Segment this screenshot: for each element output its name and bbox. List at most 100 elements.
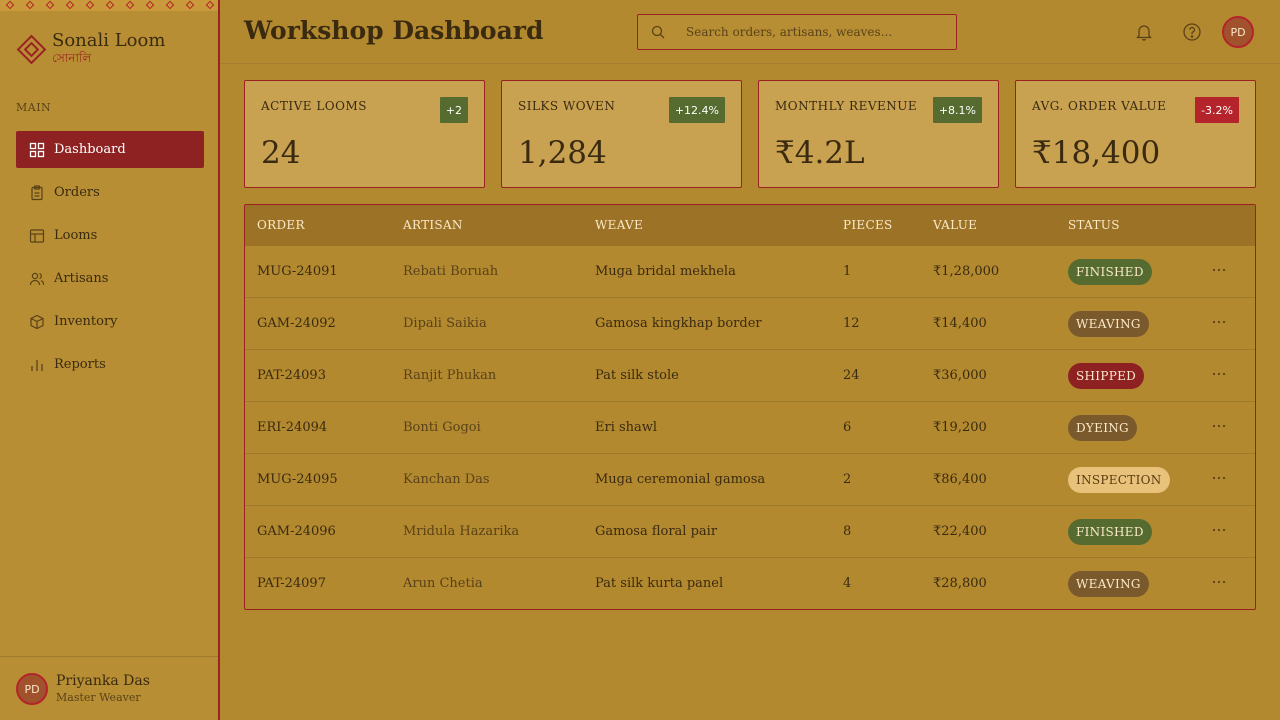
table-row[interactable]: PAT-24093 Ranjit Phukan Pat silk stole 24 ₹3… [245,350,1255,402]
order-value: ₹86,400 [933,472,987,487]
bar-chart-icon [29,357,45,373]
user-profile[interactable]: PD Priyanka Das Master Weaver [0,656,218,720]
grid-icon [29,142,45,158]
loom-logo-icon [16,34,44,62]
pieces-count: 24 [843,368,860,383]
artisan-name: Bonti Gogoi [403,420,481,435]
column-header-order[interactable]: ORDER [257,218,305,232]
more-actions-icon[interactable] [1211,574,1227,590]
status-badge: WEAVING [1068,571,1149,597]
kpi-value: 1,284 [518,135,607,171]
order-id: MUG-24095 [257,472,338,487]
artisan-name: Ranjit Phukan [403,368,497,383]
kpi-value: 24 [261,135,301,171]
status-badge: INSPECTION [1068,467,1170,493]
sidebar-item-label: Looms [54,228,98,243]
status-badge: DYEING [1068,415,1137,441]
table-row[interactable]: PAT-24097 Arun Chetia Pat silk kurta panel… [245,558,1255,609]
sidebar-item-label: Inventory [54,314,118,329]
users-icon [29,271,45,287]
kpi-change-badge: -3.2% [1195,97,1239,123]
table-row[interactable]: ERI-24094 Bonti Gogoi Eri shawl 6 ₹19,200 DYE… [245,402,1255,454]
order-id: GAM-24096 [257,524,336,539]
order-id: MUG-24091 [257,264,338,279]
order-value: ₹1,28,000 [933,264,1000,279]
nav-section-label: MAIN [16,101,52,114]
pieces-count: 6 [843,420,852,435]
table-row[interactable]: GAM-24092 Dipali Saikia Gamosa kingkhap bo… [245,298,1255,350]
sidebar: Sonali Loom সোনালি MAIN Dashboard Orders… [0,0,220,720]
sidebar-item-label: Artisans [54,271,109,286]
column-header-value[interactable]: VALUE [933,218,977,232]
more-actions-icon[interactable] [1211,262,1227,278]
artisan-name: Mridula Hazarika [403,524,520,539]
order-value: ₹22,400 [933,524,987,539]
user-role: Master Weaver [56,691,141,704]
status-badge: FINISHED [1068,259,1152,285]
status-badge: SHIPPED [1068,363,1145,389]
bell-icon[interactable] [1134,22,1154,42]
page-title: Workshop Dashboard [244,16,544,45]
diamond-ornament [45,0,55,10]
artisan-name: Arun Chetia [403,576,483,591]
weave-type: Pat silk stole [595,368,679,383]
diamond-ornament [105,0,115,10]
box-icon [29,314,45,330]
more-actions-icon[interactable] [1211,314,1227,330]
more-actions-icon[interactable] [1211,470,1227,486]
avatar: PD [16,673,48,705]
table-row[interactable]: MUG-24091 Rebati Boruah Muga bridal mekhel… [245,246,1255,298]
kpi-card-silks-woven: SILKS WOVEN +12.4% 1,284 [501,80,742,188]
table-row[interactable]: GAM-24096 Mridula Hazarika Gamosa floral p… [245,506,1255,558]
more-actions-icon[interactable] [1211,366,1227,382]
pieces-count: 2 [843,472,852,487]
sidebar-item-looms[interactable]: Looms [16,217,204,254]
brand-subtitle: সোনালি [52,51,92,65]
sidebar-item-inventory[interactable]: Inventory [16,303,204,340]
header-divider [220,63,1280,64]
column-header-weave[interactable]: WEAVE [595,218,643,232]
table-header: ORDER ARTISAN WEAVE PIECES VALUE STATUS [245,205,1255,246]
kpi-card-active-looms: ACTIVE LOOMS +2 24 [244,80,485,188]
weave-type: Muga bridal mekhela [595,264,736,279]
search-bar[interactable] [637,14,957,50]
weave-type: Pat silk kurta panel [595,576,724,591]
table-body: MUG-24091 Rebati Boruah Muga bridal mekhel… [245,246,1255,609]
pieces-count: 8 [843,524,852,539]
header-avatar[interactable]: PD [1222,16,1254,48]
search-input[interactable] [686,25,946,39]
sidebar-item-label: Dashboard [54,142,126,157]
sidebar-item-dashboard[interactable]: Dashboard [16,131,204,168]
kpi-change-badge: +2 [439,97,468,123]
loom-icon [29,228,45,244]
more-actions-icon[interactable] [1211,418,1227,434]
clipboard-icon [29,184,45,201]
more-actions-icon[interactable] [1211,522,1227,538]
table-row[interactable]: MUG-24095 Kanchan Das Muga ceremonial gamo… [245,454,1255,506]
sidebar-item-reports[interactable]: Reports [16,346,204,383]
diamond-ornament [185,0,195,10]
sidebar-nav: Dashboard Orders Looms Artisans Inventor… [16,131,204,389]
diamond-ornament [125,0,135,10]
sidebar-item-artisans[interactable]: Artisans [16,260,204,297]
sidebar-item-orders[interactable]: Orders [16,174,204,211]
brand[interactable]: Sonali Loom সোনালি [16,30,166,66]
order-id: ERI-24094 [257,420,328,435]
kpi-label: SILKS WOVEN [518,99,616,113]
diamond-ornament [25,0,35,10]
order-value: ₹28,800 [933,576,987,591]
artisan-name: Dipali Saikia [403,316,487,331]
kpi-card-monthly-revenue: MONTHLY REVENUE +8.1% ₹4.2L [758,80,999,188]
column-header-status[interactable]: STATUS [1068,218,1120,232]
diamond-ornament [165,0,175,10]
order-value: ₹19,200 [933,420,987,435]
order-id: PAT-24093 [257,368,326,383]
sidebar-item-label: Reports [54,357,106,372]
diamond-ornament [65,0,75,10]
status-badge: WEAVING [1068,311,1149,337]
help-icon[interactable] [1182,22,1202,42]
column-header-artisan[interactable]: ARTISAN [403,218,463,232]
brand-name: Sonali Loom [52,30,166,51]
column-header-pieces[interactable]: PIECES [843,218,893,232]
search-icon [651,25,665,39]
